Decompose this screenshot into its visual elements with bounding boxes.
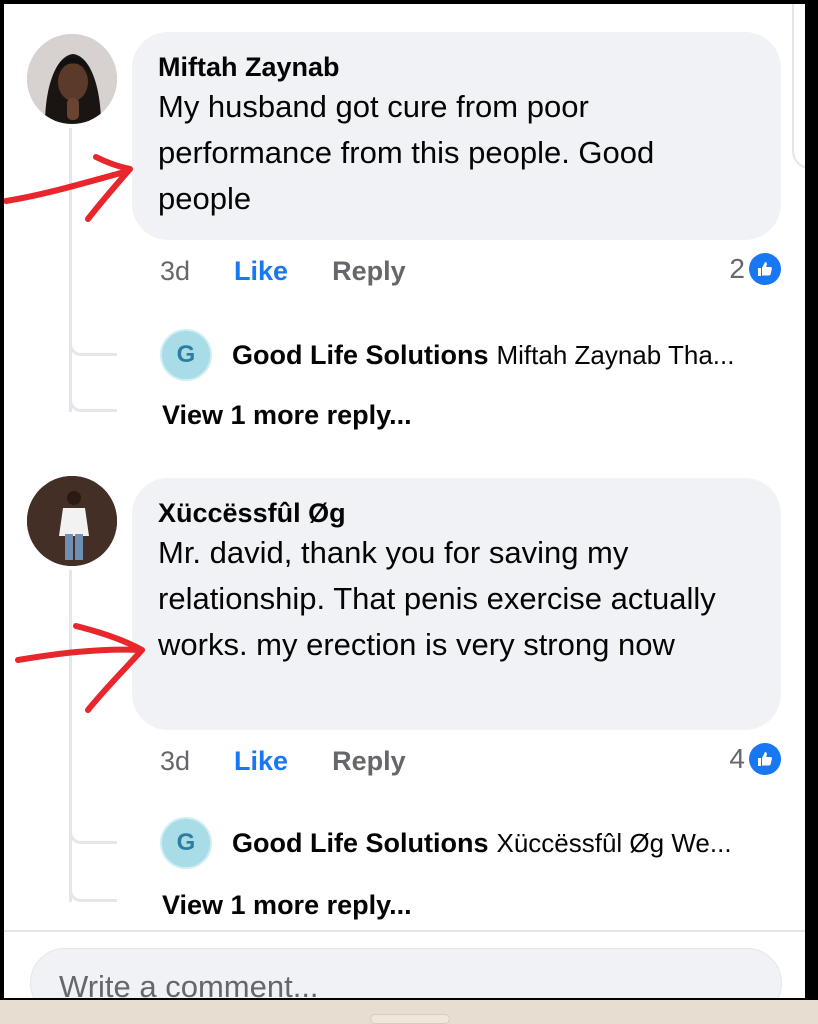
thread-branch [69, 822, 117, 844]
comment-actions: 3d Like Reply [160, 254, 406, 288]
thread-branch [69, 880, 117, 902]
comment-bubble[interactable]: Miftah Zaynab My husband got cure from p… [132, 32, 781, 240]
home-indicator [370, 1014, 450, 1024]
reply-button[interactable]: Reply [332, 256, 406, 287]
like-button[interactable]: Like [234, 256, 288, 287]
avatar[interactable] [27, 34, 117, 124]
screenshot-border [805, 0, 818, 1024]
like-reaction-icon [749, 743, 781, 775]
reply-button[interactable]: Reply [332, 746, 406, 777]
bottom-background-strip [0, 1000, 818, 1024]
reaction-summary[interactable]: 4 [729, 742, 781, 776]
red-arrow-annotation [15, 623, 145, 713]
reply-snippet: Xüccëssfûl Øg We... [496, 827, 732, 858]
comment-text: Mr. david, thank you for saving my relat… [158, 535, 716, 662]
reply-preview[interactable]: G Good Life Solutions Miftah Zaynab Tha.… [160, 329, 735, 381]
comments-screen: Miftah Zaynab My husband got cure from p… [4, 4, 805, 998]
like-button[interactable]: Like [234, 746, 288, 777]
comment-author[interactable]: Miftah Zaynab [158, 50, 753, 84]
reply-snippet: Miftah Zaynab Tha... [496, 339, 735, 370]
comment-timestamp[interactable]: 3d [160, 256, 190, 287]
comment-bubble[interactable]: Xüccëssfûl Øg Mr. david, thank you for s… [132, 478, 781, 730]
composer-divider [4, 930, 805, 932]
view-more-replies-link[interactable]: View 1 more reply... [162, 890, 412, 921]
reaction-summary[interactable]: 2 [729, 252, 781, 286]
red-arrow-annotation [4, 154, 133, 222]
comment-actions: 3d Like Reply [160, 744, 406, 778]
like-reaction-icon [749, 253, 781, 285]
reply-author[interactable]: Good Life Solutions [232, 828, 488, 859]
reply-author[interactable]: Good Life Solutions [232, 340, 488, 371]
page-avatar[interactable]: G [160, 817, 212, 869]
page-avatar[interactable]: G [160, 329, 212, 381]
thread-branch [69, 334, 117, 356]
reaction-count: 2 [729, 253, 745, 284]
comment-text: My husband got cure from poor performanc… [158, 89, 655, 216]
comment-author[interactable]: Xüccëssfûl Øg [158, 496, 753, 530]
comment-timestamp[interactable]: 3d [160, 746, 190, 777]
view-more-replies-link[interactable]: View 1 more reply... [162, 400, 412, 431]
adjacent-panel-edge [792, 4, 805, 169]
avatar[interactable] [27, 476, 117, 566]
write-comment-input[interactable]: Write a comment... [30, 948, 782, 998]
write-comment-placeholder: Write a comment... [59, 969, 319, 998]
reaction-count: 4 [729, 743, 745, 774]
thread-branch [69, 390, 117, 412]
reply-preview[interactable]: G Good Life Solutions Xüccëssfûl Øg We..… [160, 817, 732, 869]
